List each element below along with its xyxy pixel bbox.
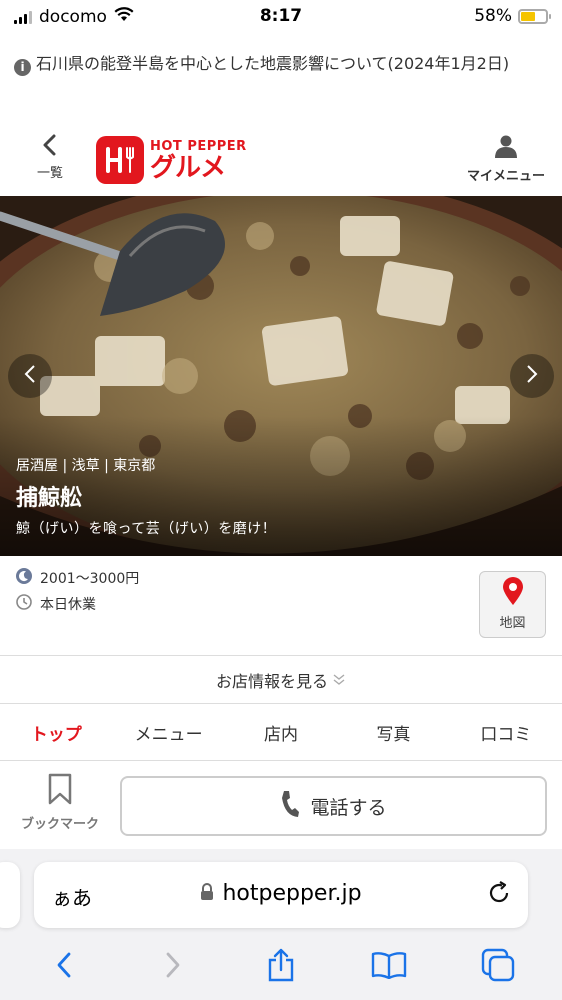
logo-text: HOT PEPPER グルメ [150, 139, 247, 182]
browser-chrome: ぁあ hotpepper.jp [0, 849, 562, 1000]
earthquake-notice-link[interactable]: i 石川県の能登半島を中心とした地震影響について(2024年1月2日) [14, 51, 548, 77]
reload-icon[interactable] [486, 880, 512, 910]
divider [0, 655, 562, 656]
shop-summary: 2001〜3000円 本日休業 地図 [0, 560, 562, 654]
mymenu-button[interactable]: マイメニュー [466, 134, 546, 184]
shop-category: 居酒屋 | 浅草 | 東京都 [16, 458, 156, 474]
info-icon: i [14, 59, 31, 76]
status-bar: docomo 8:17 58% [0, 0, 562, 34]
hero-next-button[interactable] [510, 354, 554, 398]
tab-interior[interactable]: 店内 [225, 713, 337, 757]
browser-toolbar [0, 945, 562, 989]
back-to-list-button[interactable]: 一覧 [30, 134, 70, 181]
tab-photos[interactable]: 写真 [337, 713, 449, 757]
chevron-down-icon [332, 671, 346, 690]
hero-slider[interactable]: 居酒屋 | 浅草 | 東京都 捕鯨舩 鯨（げい）を喰って芸（げい）を磨け！ [0, 196, 562, 556]
moon-icon [16, 568, 32, 588]
logo-top-text: HOT PEPPER [150, 138, 247, 154]
previous-tab-card[interactable] [0, 862, 20, 928]
battery-percent: 58% [474, 6, 512, 26]
chevron-left-icon [40, 134, 60, 160]
phone-icon [280, 790, 300, 823]
address-bar[interactable]: ぁあ hotpepper.jp [34, 862, 528, 928]
tabs-button[interactable] [476, 945, 520, 989]
chevron-right-icon [525, 363, 539, 389]
tab-top[interactable]: トップ [0, 713, 112, 757]
budget-row: 2001〜3000円 [16, 568, 139, 588]
chevron-right-icon [164, 951, 182, 983]
notice-text: 石川県の能登半島を中心とした地震影響について(2024年1月2日) [36, 54, 510, 73]
call-label: 電話する [310, 796, 387, 819]
map-pin-icon [502, 576, 524, 610]
chevron-left-icon [23, 363, 37, 389]
map-label: 地図 [499, 616, 526, 631]
chevron-left-icon [55, 951, 73, 983]
mymenu-label: マイメニュー [466, 169, 545, 184]
battery-icon [518, 8, 551, 24]
shop-name: 捕鯨舩 [16, 486, 83, 511]
shop-catch-copy: 鯨（げい）を喰って芸（げい）を磨け！ [16, 521, 277, 537]
call-button[interactable]: 電話する [120, 776, 547, 836]
user-icon [494, 135, 518, 162]
bookmarks-button[interactable] [367, 945, 411, 989]
site-header: 一覧 HOT PEPPER グルメ マイメニュー [0, 128, 562, 194]
divider [0, 703, 562, 704]
back-label: 一覧 [36, 166, 63, 181]
tabs-icon [481, 948, 515, 986]
logo-bottom-text: グルメ [150, 152, 226, 183]
status-right: 58% [474, 6, 551, 26]
browser-forward-button[interactable] [151, 945, 195, 989]
bookmark-label: ブックマーク [20, 817, 99, 832]
shop-tabs: トップ メニュー 店内 写真 口コミ [0, 713, 562, 757]
hotpepper-logo[interactable]: HOT PEPPER グルメ [96, 136, 247, 184]
lock-icon [200, 882, 214, 905]
shop-info-toggle[interactable]: お店情報を見る [0, 657, 562, 703]
budget-text: 2001〜3000円 [40, 571, 140, 587]
url-text: hotpepper.jp [222, 881, 362, 906]
holiday-text: 本日休業 [40, 597, 96, 613]
tab-reviews[interactable]: 口コミ [450, 713, 562, 757]
hero-prev-button[interactable] [8, 354, 52, 398]
share-button[interactable] [259, 945, 303, 989]
clock-icon [16, 594, 32, 614]
url-display: hotpepper.jp [34, 881, 528, 906]
bookmark-icon [47, 773, 73, 809]
shop-info-label: お店情報を見る [215, 672, 328, 691]
share-icon [267, 948, 295, 986]
bookmark-button[interactable]: ブックマーク [14, 773, 106, 832]
browser-back-button[interactable] [42, 945, 86, 989]
holiday-row: 本日休業 [16, 594, 96, 614]
action-bar: ブックマーク 電話する [0, 765, 562, 849]
logo-mark [96, 136, 144, 184]
book-icon [371, 951, 407, 983]
battery-fill [521, 11, 535, 21]
tab-menu[interactable]: メニュー [112, 713, 224, 757]
map-button[interactable]: 地図 [479, 571, 546, 638]
divider [0, 760, 562, 761]
